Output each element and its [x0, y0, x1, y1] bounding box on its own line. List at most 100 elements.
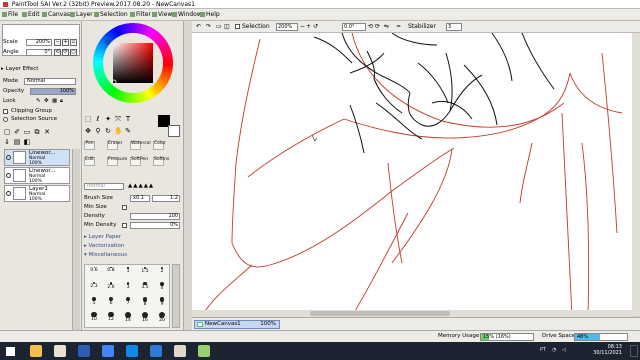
selection-checkbox[interactable] — [235, 24, 240, 29]
brush-size-preset[interactable]: 6 — [104, 297, 118, 308]
word-icon[interactable] — [78, 345, 90, 357]
invert-selection-icon[interactable]: ◫ — [224, 23, 230, 31]
horizontal-scroll-thumb[interactable] — [310, 311, 450, 316]
file-explorer-icon[interactable] — [30, 345, 42, 357]
brush-size-preset[interactable]: 4 — [155, 282, 169, 293]
min-density-slider[interactable]: 0% — [130, 222, 180, 229]
rotate-left-icon[interactable]: ⟲ — [368, 23, 373, 31]
zoom-minus-button[interactable]: − — [54, 39, 61, 46]
rotate-plus-button[interactable]: ⟳ — [62, 49, 69, 56]
undo-icon[interactable]: ↶ — [196, 23, 201, 31]
pressure-tool[interactable]: Pressure — [107, 157, 127, 166]
color-tool[interactable]: Color — [153, 141, 166, 150]
clipping-group-checkbox[interactable] — [3, 109, 8, 114]
duplicate-layer-icon[interactable]: ⧉ — [33, 128, 41, 136]
visibility-eye-icon[interactable] — [6, 191, 11, 196]
softlns-tool[interactable]: Softlns — [153, 157, 169, 166]
move-icon[interactable]: ✥ — [84, 127, 92, 135]
merge-down-icon[interactable]: ⇓ — [3, 138, 11, 146]
delete-layer-icon[interactable]: ✕ — [43, 128, 51, 136]
new-layer-icon[interactable]: ▢ — [3, 128, 11, 136]
brush-size-preset[interactable]: 5 — [87, 297, 101, 308]
layer-row[interactable]: Linewor... Normal 100% — [4, 149, 70, 166]
brush-size-multiplier[interactable]: x0.1 — [130, 195, 150, 202]
photos-icon[interactable] — [198, 345, 210, 357]
brush-size-field[interactable]: 1.2 — [152, 195, 180, 202]
rotate-right-icon[interactable]: ⟳ — [375, 23, 380, 31]
brush-size-preset[interactable]: 20 — [155, 312, 169, 323]
eyedropper-icon[interactable]: ✎ — [124, 127, 132, 135]
miscellaneous-toggle[interactable]: ▾ Miscellaneous — [84, 252, 127, 259]
menu-file[interactable]: File — [2, 11, 18, 19]
layer-effect-toggle[interactable]: ▸ Layer Effect — [1, 66, 38, 73]
taskbar-clock[interactable]: 08:13 30/11/2021 — [593, 344, 622, 356]
brush-size-preset[interactable]: 0.8 — [104, 267, 118, 278]
language-indicator[interactable]: PT — [540, 347, 546, 354]
stabilizer-field[interactable]: 3 — [446, 23, 462, 31]
edge-icon[interactable] — [126, 345, 138, 357]
watercolor-tool[interactable]: Watercol — [130, 141, 151, 150]
chrome-icon[interactable] — [102, 345, 114, 357]
layer-row[interactable]: Layer1 Normal 100% — [4, 185, 70, 202]
eraser-tool[interactable]: Eraser — [107, 141, 122, 150]
hand-tool-icon[interactable]: ✋ — [114, 127, 123, 135]
density-slider[interactable]: 100 — [130, 213, 180, 220]
min-density-toggle[interactable] — [122, 223, 127, 228]
notification-icon[interactable] — [630, 345, 638, 357]
zoom-fit-button[interactable]: ▫ — [70, 39, 77, 46]
color-wheel[interactable] — [92, 22, 174, 104]
text-tool-icon[interactable]: T — [124, 115, 132, 123]
brush-size-preset[interactable]: 10 — [87, 312, 101, 323]
menu-window[interactable]: Window — [172, 11, 202, 19]
menu-edit[interactable]: Edit — [22, 11, 40, 19]
layer-paper-toggle[interactable]: ▸ Layer Paper — [84, 234, 121, 241]
menu-layer[interactable]: Layer — [70, 11, 93, 19]
menu-view[interactable]: View — [152, 11, 172, 19]
layer-list-scrollbar[interactable] — [72, 149, 80, 331]
menu-canvas[interactable]: Canvas — [42, 11, 70, 19]
sai-icon[interactable] — [54, 345, 66, 357]
new-linework-layer-icon[interactable]: ✐ — [13, 128, 21, 136]
softpen-tool[interactable]: SoftPen — [130, 157, 148, 166]
angle-field[interactable]: 0.0° — [342, 23, 366, 31]
brush-size-preset[interactable]: 0.6 — [87, 267, 101, 278]
magic-wand-icon[interactable]: ✦ — [104, 115, 112, 123]
opacity-slider[interactable]: 100% — [30, 88, 76, 95]
secondary-color-swatch[interactable] — [168, 125, 180, 137]
brush-size-preset[interactable]: 1 — [121, 267, 135, 278]
sai-app-icon[interactable] — [174, 345, 186, 357]
drawing-canvas[interactable] — [192, 33, 632, 316]
blend-mode-select[interactable]: Normal — [24, 78, 76, 85]
apply-mask-icon[interactable]: ◧ — [23, 138, 31, 146]
menu-help[interactable]: Help — [200, 11, 220, 19]
start-icon[interactable] — [6, 347, 15, 356]
brush-size-preset[interactable]: 1.5 — [138, 267, 152, 278]
zoom-tool-icon[interactable]: ⚲ — [94, 127, 102, 135]
rect-select-icon[interactable]: ⬚ — [84, 115, 92, 123]
rotate-minus-button[interactable]: ⟲ — [54, 49, 61, 56]
size-presets-scrollbar[interactable] — [172, 264, 180, 328]
brush-size-preset[interactable]: 7 — [121, 297, 135, 308]
lock-all-icon[interactable]: 🔒︎ — [60, 98, 63, 105]
canvas-horizontal-scrollbar[interactable] — [192, 310, 632, 317]
vectorization-toggle[interactable]: ▸ Vectorization — [84, 243, 124, 250]
brush-shape-icon[interactable]: ▲▲▲▲▲ — [128, 183, 154, 190]
flip-icon[interactable]: ⇋ — [384, 23, 389, 31]
angle-field-nav[interactable]: 0° — [26, 49, 52, 56]
lock-transparency-icon[interactable]: ▦ — [52, 98, 57, 105]
onedrive-icon[interactable] — [150, 345, 162, 357]
brush-size-preset[interactable]: 12 — [104, 312, 118, 323]
brush-size-preset[interactable]: 14 — [121, 312, 135, 323]
brush-mode-select[interactable]: Normal — [84, 183, 124, 190]
rotate-tool-icon[interactable]: ↻ — [104, 127, 112, 135]
menu-selection[interactable]: Selection — [94, 11, 128, 19]
min-size-toggle[interactable] — [122, 205, 127, 210]
zoom-reset-icon[interactable]: ↺ — [313, 23, 318, 31]
zoom-out-icon[interactable]: − — [300, 23, 305, 31]
zoom-plus-button[interactable]: + — [62, 39, 69, 46]
brush-size-preset[interactable]: 2.3 — [87, 282, 101, 293]
clear-layer-icon[interactable]: ▤ — [13, 138, 21, 146]
lasso-icon[interactable]: ℓ — [94, 115, 102, 123]
brush-size-preset[interactable]: 2 — [155, 267, 169, 278]
menu-filter[interactable]: Filter — [130, 11, 151, 19]
